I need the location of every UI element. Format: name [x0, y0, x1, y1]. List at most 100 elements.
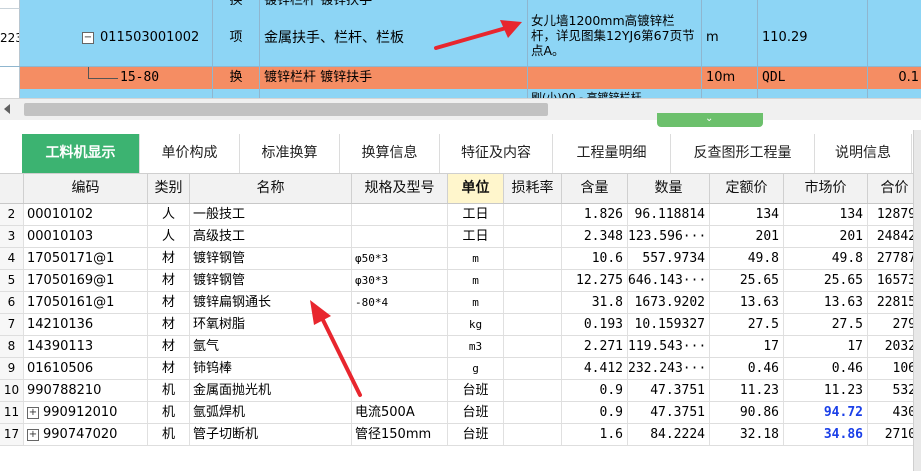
- resource-row[interactable]: 9 01610506 材铈钨棒 g 4.412 232.243··· 0.46 0.46 106: [0, 358, 921, 380]
- resource-row[interactable]: 5 17050169@1 材镀锌钢管 φ30*3 m 12.275 646.143··· 25…: [0, 270, 921, 292]
- code-cell: 17050161@1: [24, 292, 148, 313]
- unit-cell: 10m: [702, 67, 758, 89]
- item-row-partial-top[interactable]: 换 镀锌栏杆 镀锌扶手: [0, 0, 921, 9]
- scroll-left-arrow-icon[interactable]: [4, 104, 10, 114]
- expand-plus-icon[interactable]: +: [27, 406, 39, 419]
- type-cell: 材: [148, 292, 190, 313]
- quantity-cell: 96.118814: [628, 204, 710, 225]
- spec-cell: φ50*3: [352, 248, 448, 269]
- tab-unit-price-composition[interactable]: 单价构成: [140, 134, 240, 173]
- collapse-toggle-icon[interactable]: −: [82, 32, 94, 44]
- spec-cell: [352, 336, 448, 357]
- quantity-cell: QDL: [758, 67, 868, 89]
- unit-cell: g: [448, 358, 504, 379]
- code-cell: [20, 0, 213, 9]
- content-cell: 10.6: [562, 248, 628, 269]
- header-unit[interactable]: 单位: [448, 174, 504, 203]
- row-number-cell: 223: [0, 9, 20, 66]
- row-number-cell: 2: [0, 204, 24, 225]
- header-market-price[interactable]: 市场价: [784, 174, 868, 203]
- name-cell: 氩弧焊机: [190, 402, 352, 423]
- resource-row[interactable]: 6 17050161@1 材镀锌扁钢通长 -80*4 m 31.8 1673.9202 13.…: [0, 292, 921, 314]
- spec-cell: [352, 226, 448, 247]
- header-code[interactable]: 编码: [24, 174, 148, 203]
- feature-cell: [528, 67, 702, 89]
- market-price-cell: 11.23: [784, 380, 868, 401]
- tab-quantity-detail[interactable]: 工程量明细: [553, 134, 671, 173]
- quantity-cell: 1673.9202: [628, 292, 710, 313]
- quota-price-cell: 13.63: [710, 292, 784, 313]
- resource-grid[interactable]: 编码 类别 名称 规格及型号 单位 损耗率 含量 数量 定额价 市场价 合价 2…: [0, 174, 921, 471]
- market-price-cell: 34.86: [784, 424, 868, 445]
- header-quantity[interactable]: 数量: [628, 174, 710, 203]
- quota-price-cell: 11.23: [710, 380, 784, 401]
- quantity-cell: 557.9734: [628, 248, 710, 269]
- row-number-cell: 6: [0, 292, 24, 313]
- type-cell: 材: [148, 336, 190, 357]
- tab-reverse-graphic-quantity[interactable]: 反查图形工程量: [671, 134, 815, 173]
- content-cell: 0.193: [562, 314, 628, 335]
- type-cell: 机: [148, 402, 190, 423]
- detail-tab-bar: 工料机显示 单价构成 标准换算 换算信息 特征及内容 工程量明细 反查图形工程量…: [0, 134, 921, 174]
- quantity-cell: 47.3751: [628, 402, 710, 423]
- header-quota-price[interactable]: 定额价: [710, 174, 784, 203]
- value-cell: [868, 9, 921, 66]
- name-cell: 镀锌栏杆 镀锌扶手: [260, 67, 528, 89]
- name-cell: 高级技工: [190, 226, 352, 247]
- market-price-cell: 17: [784, 336, 868, 357]
- unit-cell: m: [448, 248, 504, 269]
- loss-rate-cell: [504, 336, 562, 357]
- resource-row[interactable]: 7 14210136 材环氧树脂 kg 0.193 10.159327 27.5 27.5 27…: [0, 314, 921, 336]
- resource-row[interactable]: 8 14390113 材氩气 m3 2.271 119.543··· 17 17 2032: [0, 336, 921, 358]
- unit-cell: 台班: [448, 380, 504, 401]
- tab-description-info[interactable]: 说明信息: [815, 134, 912, 173]
- resource-row[interactable]: 4 17050171@1 材镀锌钢管 φ50*3 m 10.6 557.9734 49.8 49…: [0, 248, 921, 270]
- scrollbar-thumb[interactable]: [24, 103, 548, 116]
- spec-cell: -80*4: [352, 292, 448, 313]
- tab-standard-conversion[interactable]: 标准换算: [240, 134, 340, 173]
- item-list-grid[interactable]: 换 镀锌栏杆 镀锌扶手 223 − 011503001002 项 金属扶手、栏杆…: [0, 0, 921, 98]
- content-cell: 4.412: [562, 358, 628, 379]
- header-loss-rate[interactable]: 损耗率: [504, 174, 562, 203]
- unit-cell: 台班: [448, 424, 504, 445]
- quantity-cell: 47.3751: [628, 380, 710, 401]
- unit-cell: m3: [448, 336, 504, 357]
- code-cell[interactable]: − 011503001002: [20, 9, 213, 66]
- kind-cell: [213, 89, 260, 98]
- spec-cell: φ30*3: [352, 270, 448, 291]
- item-row-223[interactable]: 223 − 011503001002 项 金属扶手、栏杆、栏板 女儿墙1200m…: [0, 9, 921, 67]
- header-type[interactable]: 类别: [148, 174, 190, 203]
- vertical-scrollbar-edge[interactable]: [913, 130, 921, 471]
- name-cell: 铈钨棒: [190, 358, 352, 379]
- row-number-cell: 10: [0, 380, 24, 401]
- tab-labor-material-machine[interactable]: 工料机显示: [22, 134, 140, 173]
- tab-features-content[interactable]: 特征及内容: [440, 134, 553, 173]
- code-cell: +990747020: [24, 424, 148, 445]
- item-row-partial-bottom[interactable]: 刷(小)00 - 高镀锌栏杆: [0, 89, 921, 98]
- quota-price-cell: 134: [710, 204, 784, 225]
- header-name[interactable]: 名称: [190, 174, 352, 203]
- loss-rate-cell: [504, 314, 562, 335]
- type-cell: 机: [148, 380, 190, 401]
- horizontal-scrollbar[interactable]: [0, 98, 921, 120]
- name-cell: 环氧树脂: [190, 314, 352, 335]
- quantity-cell: 123.596···: [628, 226, 710, 247]
- header-spec[interactable]: 规格及型号: [352, 174, 448, 203]
- name-cell: 镀锌栏杆 镀锌扶手: [260, 0, 528, 9]
- expand-plus-icon[interactable]: +: [27, 428, 39, 441]
- sub-item-row[interactable]: 15-80 换 镀锌栏杆 镀锌扶手 10m QDL 0.1: [0, 67, 921, 89]
- tab-conversion-info[interactable]: 换算信息: [340, 134, 440, 173]
- resource-row[interactable]: 2 00010102 人一般技工 工日 1.826 96.118814 134 134 1287…: [0, 204, 921, 226]
- header-content[interactable]: 含量: [562, 174, 628, 203]
- loss-rate-cell: [504, 424, 562, 445]
- row-number-cell: 5: [0, 270, 24, 291]
- kind-cell: 换: [213, 67, 260, 89]
- resource-row[interactable]: 17 +990747020 机管子切断机 管径150mm 台班 1.6 84.2224 32.…: [0, 424, 921, 446]
- name-cell: 镀锌钢管: [190, 248, 352, 269]
- resource-row[interactable]: 11 +990912010 机氩弧焊机 电流500A 台班 0.9 47.3751 90.86…: [0, 402, 921, 424]
- resource-row[interactable]: 10 990788210 机金属面抛光机 台班 0.9 47.3751 11.23 11.23…: [0, 380, 921, 402]
- name-cell: 金属面抛光机: [190, 380, 352, 401]
- code-cell: +990912010: [24, 402, 148, 423]
- resource-row[interactable]: 3 00010103 人高级技工 工日 2.348 123.596··· 201 201 248…: [0, 226, 921, 248]
- feature-cell: 女儿墙1200mm高镀锌栏杆，详见图集12YJ6第67页节点A。: [528, 9, 702, 66]
